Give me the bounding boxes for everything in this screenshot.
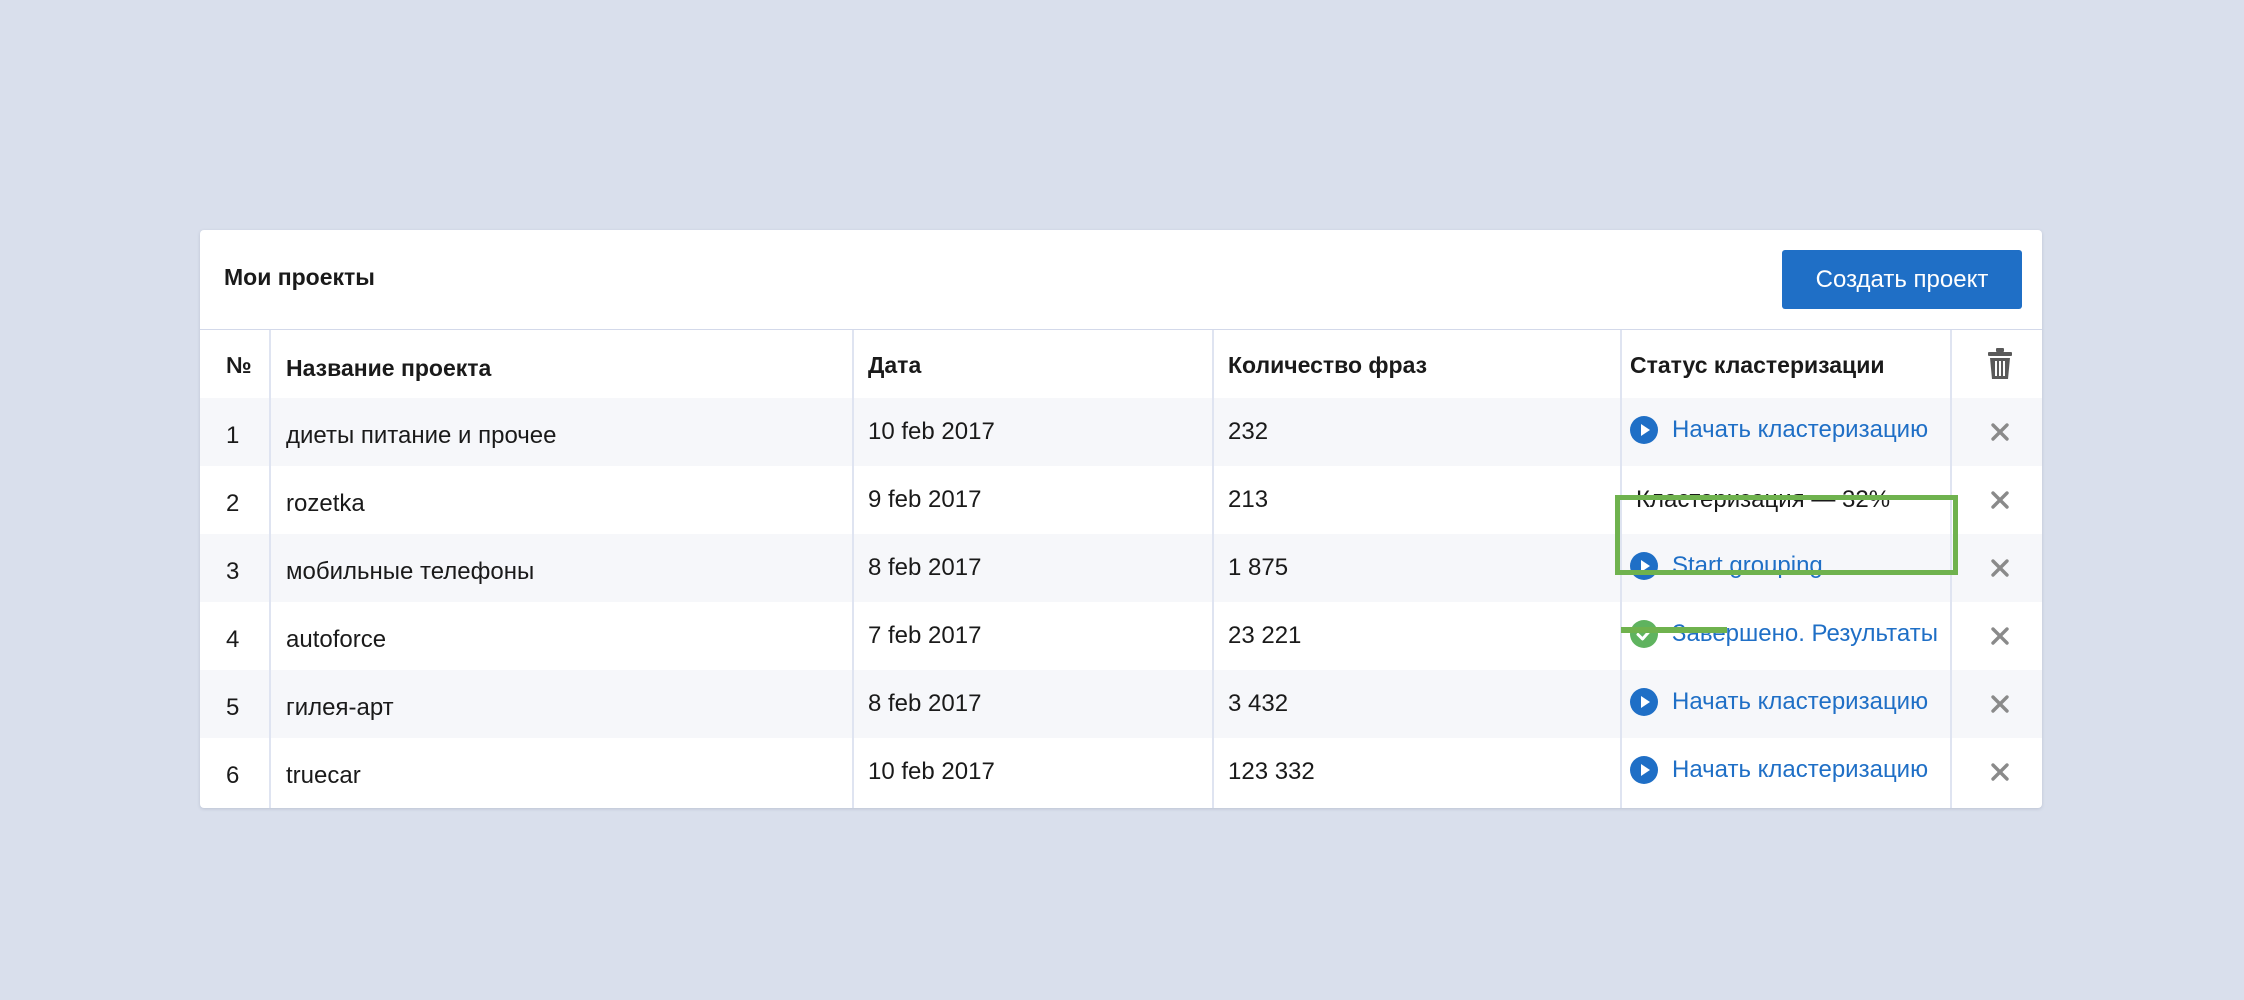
clustering-progress-bar — [1621, 627, 1951, 633]
start-clustering-link[interactable]: Начать кластеризацию — [1630, 688, 1928, 716]
table-row: 6 truecar 10 feb 2017 123 332 Начать кластер… — [200, 738, 2042, 806]
project-date: 10 feb 2017 — [868, 758, 995, 785]
table-row: 4 autoforce 7 feb 2017 23 221 Завершено. Рез… — [200, 602, 2042, 670]
project-name: гилея-арт — [286, 694, 394, 721]
column-header-status: Статус кластеризации — [1630, 352, 1885, 378]
column-divider — [1212, 330, 1214, 808]
project-date: 8 feb 2017 — [868, 554, 982, 581]
status-link-label[interactable]: Начать кластеризацию — [1672, 416, 1928, 444]
column-divider — [1950, 330, 1952, 808]
trash-icon[interactable] — [1986, 348, 2014, 380]
table-row: 3 мобильные телефоны 8 feb 2017 1 875 Start … — [200, 534, 2042, 602]
status-link-label[interactable]: Начать кластеризацию — [1672, 756, 1928, 784]
status-progress-label: Кластеризация — 32% — [1636, 486, 1891, 513]
column-header-name: Название проекта — [286, 355, 492, 381]
check-icon — [1630, 620, 1658, 648]
play-icon — [1630, 552, 1658, 580]
page-title: Мои проекты — [224, 264, 375, 290]
status-progress: Кластеризация — 32% — [1636, 486, 1890, 514]
delete-row-close-icon[interactable] — [1988, 420, 2012, 444]
play-icon — [1630, 416, 1658, 444]
play-icon — [1630, 688, 1658, 716]
delete-row-close-icon[interactable] — [1988, 692, 2012, 716]
project-date: 8 feb 2017 — [868, 690, 982, 717]
column-divider — [269, 330, 271, 808]
project-date: 9 feb 2017 — [868, 486, 982, 513]
table-header-row: № Название проекта Дата Количество фраз … — [200, 330, 2042, 398]
table-row: 5 гилея-арт 8 feb 2017 3 432 Начать кластери… — [200, 670, 2042, 738]
phrase-count: 123 332 — [1228, 758, 1315, 785]
project-name: truecar — [286, 762, 361, 789]
project-name: диеты питание и прочее — [286, 422, 557, 449]
column-header-num: № — [226, 352, 252, 378]
start-clustering-link[interactable]: Start grouping — [1630, 552, 1823, 580]
projects-table: № Название проекта Дата Количество фраз … — [200, 330, 2042, 808]
status-link-label[interactable]: Завершено. Результаты — [1672, 620, 1938, 648]
play-icon — [1630, 756, 1658, 784]
projects-card: Мои проекты Создать проект № Название пр… — [200, 230, 2042, 808]
delete-row-close-icon[interactable] — [1988, 488, 2012, 512]
table-row: 1 диеты питание и прочее 10 feb 2017 232 Нач… — [200, 398, 2042, 466]
row-number: 3 — [226, 558, 240, 585]
status-link-label[interactable]: Начать кластеризацию — [1672, 688, 1928, 716]
delete-row-close-icon[interactable] — [1988, 624, 2012, 648]
row-number: 5 — [226, 694, 240, 721]
phrase-count: 213 — [1228, 486, 1269, 513]
row-number: 6 — [226, 762, 240, 789]
column-header-phrases: Количество фраз — [1228, 352, 1428, 378]
phrase-count: 3 432 — [1228, 690, 1289, 717]
phrase-count: 1 875 — [1228, 554, 1289, 581]
column-header-date: Дата — [868, 352, 922, 378]
start-clustering-link[interactable]: Начать кластеризацию — [1630, 756, 1928, 784]
project-name: autoforce — [286, 626, 387, 653]
project-date: 10 feb 2017 — [868, 418, 995, 445]
delete-row-close-icon[interactable] — [1988, 760, 2012, 784]
project-date: 7 feb 2017 — [868, 622, 982, 649]
card-header: Мои проекты Создать проект — [200, 230, 2042, 330]
row-number: 4 — [226, 626, 240, 653]
create-project-button[interactable]: Создать проект — [1782, 250, 2022, 309]
status-results-link[interactable]: Завершено. Результаты — [1630, 620, 1938, 648]
column-divider — [852, 330, 854, 808]
phrase-count: 232 — [1228, 418, 1269, 445]
project-name: мобильные телефоны — [286, 558, 535, 585]
phrase-count: 23 221 — [1228, 622, 1302, 649]
project-name: rozetka — [286, 490, 365, 517]
row-number: 1 — [226, 422, 240, 449]
start-clustering-link[interactable]: Начать кластеризацию — [1630, 416, 1928, 444]
row-number: 2 — [226, 490, 240, 517]
clustering-progress-fill — [1621, 627, 1727, 633]
table-row: 2 rozetka 9 feb 2017 213 Кластеризация — 32% — [200, 466, 2042, 534]
column-divider — [1620, 330, 1622, 808]
status-link-label[interactable]: Start grouping — [1672, 552, 1823, 580]
delete-row-close-icon[interactable] — [1988, 556, 2012, 580]
